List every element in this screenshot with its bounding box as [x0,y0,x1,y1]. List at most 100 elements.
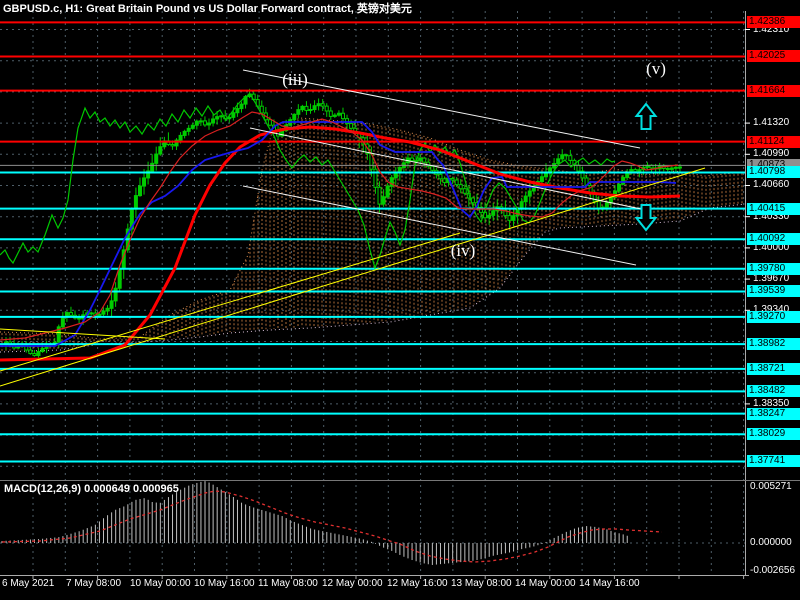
candle-bear [568,155,573,161]
candle-bull [211,118,216,124]
price-levels[interactable] [0,21,745,463]
price-level-badge-support: 1.38982 [747,338,800,351]
candle-bull [527,190,532,197]
candle-bull [637,169,642,173]
candle-bull [300,105,305,111]
candle-bull [231,112,236,118]
candle-bull [178,134,183,141]
trendline-white[interactable] [249,127,647,211]
candle-bull [511,215,516,221]
time-axis-label: 6 May 2021 [2,578,55,589]
up-arrow[interactable] [634,102,658,130]
candle-bear [438,173,443,180]
candle-bear [422,157,427,163]
candle-bull [673,166,678,169]
candle-bear [340,112,345,120]
candle-bear [450,177,455,181]
indicator-lines [0,93,681,362]
candle-bear [68,312,73,316]
price-level-badge-support: 1.38247 [747,407,800,420]
price-level-badge-support: 1.39270 [747,310,800,323]
price-level-badge-support: 1.38029 [747,428,800,441]
price-level-badge-resistance: 1.42025 [747,50,800,63]
candle-bull [296,109,301,115]
candle-bull [142,177,147,187]
candle-bull [523,195,528,203]
time-axis-label: 12 May 00:00 [322,578,383,589]
price-level-badge-resistance: 1.42386 [747,16,800,29]
candle-bull [308,109,313,111]
candle-bull [292,113,297,121]
candle-bull [36,351,41,357]
elliott-wave-label[interactable]: (v) [646,59,666,79]
candle-bull [312,105,317,111]
price-level-badge-support: 1.39539 [747,285,800,298]
candle-bear [576,164,581,172]
candle-bear [507,215,512,221]
candle-bull [560,154,565,160]
candle-bull [137,185,142,197]
candle-bull [40,347,45,353]
candle-bear [430,165,435,171]
price-axis-label: 1.40660 [753,179,790,191]
candle-bull [491,210,496,216]
candle-bull [385,185,390,198]
candle-bear [170,144,175,147]
candle-bull [190,124,195,129]
candle-bear [89,312,94,315]
trendline-yellow[interactable] [0,232,461,372]
chart-window: GBPUSD.c, H1: Great Britain Pound vs US … [0,0,800,600]
candle-bull [158,146,163,155]
trendlines[interactable] [0,69,706,387]
elliott-wave-label[interactable]: (iii) [282,70,308,90]
candle-bear [454,179,459,186]
candle-bull [219,115,224,118]
candle-bull [332,114,337,117]
price-level-badge-support: 1.40415 [747,202,800,215]
candle-bull [316,103,321,107]
price-level-badge-support: 1.37741 [747,455,800,468]
candle-bear [202,120,207,126]
candle-bull [133,195,138,210]
candle-bull [105,307,110,312]
candle-bull [117,268,122,289]
macd-signal-line [1,490,663,563]
macd-indicator-label: MACD(12,26,9) 0.000649 0.000965 [4,483,179,495]
candle-bull [186,127,191,132]
candle-bear [410,157,414,162]
candle-bear [267,119,272,126]
candle-bear [349,123,354,129]
candle-bear [324,105,329,112]
candle-bull [669,167,674,170]
time-axis-label: 7 May 08:00 [66,578,122,589]
time-axis-label: 10 May 16:00 [194,578,255,589]
elliott-wave-label[interactable]: (iv) [451,241,476,261]
candle-bear [596,200,601,209]
candle-bear [462,188,467,194]
candle-bear [633,169,638,173]
price-level-badge-support: 1.40798 [747,166,800,179]
candle-bull [539,176,544,182]
chart-title: GBPUSD.c, H1: Great Britain Pound vs US … [3,3,412,15]
candle-bear [328,110,333,117]
candle-bear [377,186,382,205]
price-level-badge-support: 1.40092 [747,233,800,246]
price-level-badge-support: 1.39780 [747,262,800,275]
time-axis-label: 11 May 08:00 [258,578,318,589]
candle-bull [182,130,187,136]
price-level-badge-support: 1.38482 [747,385,800,398]
candle-bear [564,154,569,157]
chart-canvas[interactable] [0,0,800,600]
macd-scale-label: -0.002656 [750,565,796,576]
candle-bull [604,202,609,208]
candle-bull [556,158,561,165]
candle-bull [150,162,155,172]
senkou-span-b-line [0,203,746,353]
candle-bull [418,157,423,162]
candle-bull [207,122,211,126]
candle-bull [235,108,240,114]
candle-bull [60,316,65,328]
price-axis-label: 1.39670 [753,273,790,285]
macd-scale-label: 0.000000 [750,537,792,548]
candle-bull [109,300,114,309]
